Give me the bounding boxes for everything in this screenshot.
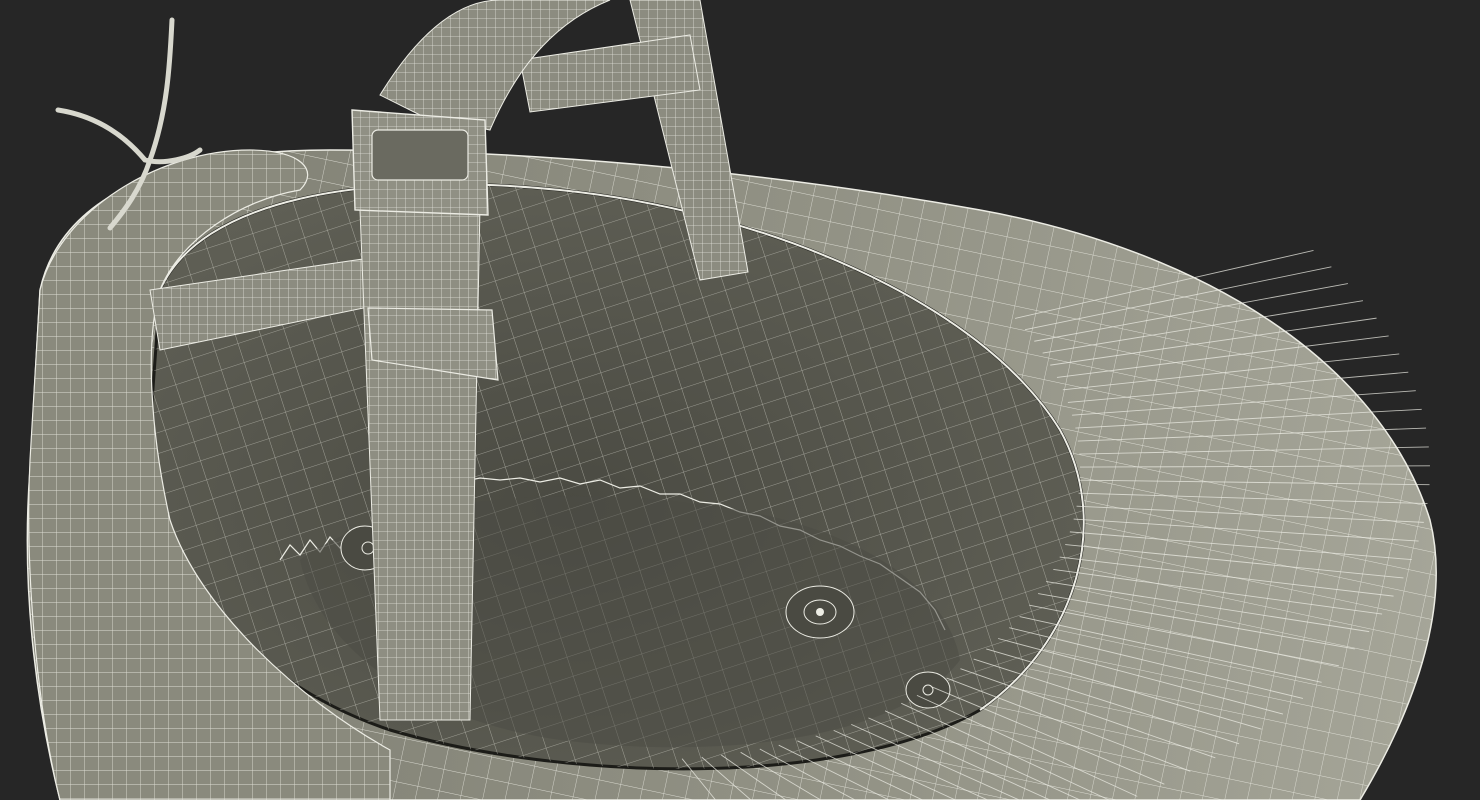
helmet-wireframe-render: [26, 0, 1437, 800]
3d-viewport[interactable]: [0, 0, 1480, 800]
mount-bolt-icon: [905, 671, 951, 709]
chin-strap-front: [359, 204, 481, 721]
mount-bolt-icon: [785, 585, 855, 639]
